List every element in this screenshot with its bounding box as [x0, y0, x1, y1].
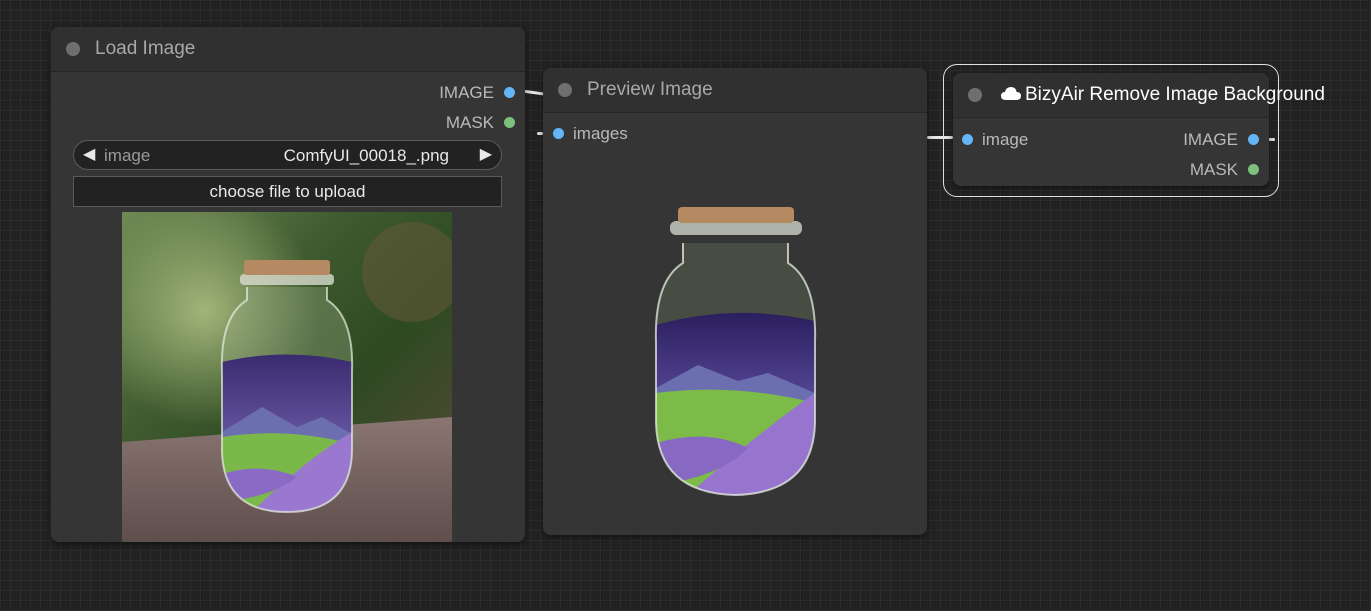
combo-value: ComfyUI_00018_.png	[283, 146, 449, 165]
collapse-dot[interactable]	[66, 42, 80, 56]
node-header[interactable]: BizyAir Remove Image Background	[953, 73, 1325, 118]
output-label-mask: MASK	[445, 113, 494, 132]
image-combo-widget[interactable]: ◀ image ComfyUI_00018_.png ▶	[73, 140, 502, 170]
input-slot-image[interactable]	[962, 134, 973, 145]
input-label-images: images	[573, 124, 628, 143]
preview-output-image	[648, 203, 823, 503]
combo-next-arrow-icon[interactable]: ▶	[480, 144, 492, 164]
node-header[interactable]: Preview Image	[543, 68, 927, 113]
upload-button[interactable]: choose file to upload	[73, 176, 502, 207]
output-slot-image[interactable]	[1248, 134, 1259, 145]
combo-prev-arrow-icon[interactable]: ◀	[83, 144, 95, 164]
node-header[interactable]: Load Image	[51, 27, 525, 72]
bizyair-remove-background-node[interactable]: BizyAir Remove Image Background image IM…	[953, 73, 1325, 186]
load-image-node[interactable]: Load Image IMAGE MASK ◀ image ComfyUI_00…	[51, 27, 525, 542]
collapse-dot[interactable]	[968, 88, 982, 102]
link-image-to-preview[interactable]	[521, 89, 545, 96]
input-slot-images[interactable]	[553, 128, 564, 139]
node-title: Preview Image	[587, 79, 713, 100]
preview-image-node[interactable]: Preview Image images	[543, 68, 927, 535]
output-label-image: IMAGE	[439, 83, 494, 102]
loaded-image	[122, 212, 452, 542]
output-label-image: IMAGE	[1183, 130, 1238, 149]
collapse-dot[interactable]	[558, 83, 572, 97]
cloud-icon	[1001, 87, 1021, 103]
combo-name: image	[104, 146, 151, 165]
input-label-image: image	[982, 130, 1029, 149]
output-slot-image[interactable]	[504, 87, 515, 98]
output-slot-mask[interactable]	[1248, 164, 1259, 175]
output-slot-mask[interactable]	[504, 117, 515, 128]
node-title: BizyAir Remove Image Background	[1025, 84, 1325, 105]
node-title: Load Image	[95, 38, 196, 59]
output-label-mask: MASK	[1189, 160, 1238, 179]
